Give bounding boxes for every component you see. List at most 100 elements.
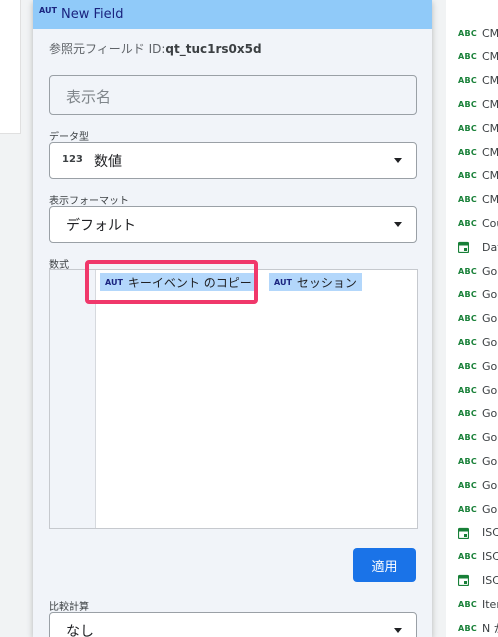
comparison-select[interactable]: なし — [49, 612, 417, 637]
text-type-icon: ABC — [458, 76, 478, 86]
field-name: CM — [482, 193, 498, 207]
field-list-item[interactable]: ABC CM — [446, 45, 498, 69]
aut-tag: AUT — [39, 6, 57, 15]
calendar-icon — [458, 241, 469, 254]
field-name: CM — [482, 50, 498, 64]
field-list-item[interactable]: ABC Go — [446, 378, 498, 402]
format-select[interactable]: デフォルト — [49, 206, 417, 243]
text-type-icon: ABC — [458, 147, 478, 157]
field-list-item[interactable]: ABC CM — [446, 188, 498, 212]
field-name: CM — [482, 169, 498, 183]
display-name-input[interactable]: 表示名 — [49, 75, 417, 115]
format-label: 表示フォーマット — [49, 196, 129, 207]
text-type-icon: ABC — [458, 409, 478, 419]
panel-title: New Field — [61, 7, 124, 22]
formula-chip-sessions[interactable]: AUT セッション — [269, 273, 362, 291]
text-type-icon: ABC — [458, 99, 478, 109]
field-name: CM — [482, 121, 498, 135]
field-name: Go — [482, 478, 498, 492]
text-type-icon: ABC — [458, 266, 478, 276]
text-type-icon: ABC — [458, 195, 478, 205]
field-list-item[interactable]: ABC Go — [446, 449, 498, 473]
text-type-icon: ABC — [458, 361, 478, 371]
data-type-label: データ型 — [49, 132, 89, 143]
field-name: ISC — [482, 526, 498, 540]
chevron-down-icon — [394, 158, 402, 163]
apply-button[interactable]: 適用 — [353, 548, 416, 582]
number-type-icon: 123 — [62, 154, 83, 165]
field-name: ISC — [482, 573, 498, 587]
text-type-icon: ABC — [458, 337, 478, 347]
field-name: CM — [482, 74, 498, 88]
field-list-item[interactable]: ABC Go — [446, 426, 498, 450]
formula-editor[interactable]: AUT キーイベント のコピー / AUT セッション — [49, 269, 418, 529]
chevron-down-icon — [394, 628, 402, 633]
text-type-icon: ABC — [458, 456, 478, 466]
text-type-icon: ABC — [458, 218, 478, 228]
field-list-item[interactable]: ABC CM — [446, 21, 498, 45]
field-list-item[interactable]: ABC CM — [446, 69, 498, 93]
field-list: ABC CM ABC CM ABC CM ABC CM ABC CM ABC CM ABC CM ABC CM… — [446, 0, 498, 637]
field-name: CM — [482, 26, 498, 40]
text-type-icon: ABC — [458, 623, 478, 633]
field-list-item[interactable]: ABC N か — [446, 616, 498, 637]
text-type-icon: ABC — [458, 433, 478, 443]
text-type-icon: ABC — [458, 123, 478, 133]
data-type-select[interactable]: 123 数値 — [49, 142, 417, 179]
chevron-down-icon — [394, 222, 402, 227]
field-name: Go — [482, 383, 498, 397]
comparison-value: なし — [66, 624, 94, 637]
highlight-box — [85, 260, 258, 304]
background-card — [0, 0, 21, 134]
field-list-item[interactable]: ABC Iter — [446, 592, 498, 616]
panel-header: AUT New Field — [33, 0, 432, 29]
source-id-label: 参照元フィールド ID: — [49, 42, 166, 56]
source-field-id: 参照元フィールド ID:qt_tuc1rs0x5d — [49, 40, 262, 57]
text-type-icon: ABC — [458, 552, 478, 562]
field-list-item[interactable]: ABC ISC — [446, 545, 498, 569]
field-name: ISC — [482, 550, 498, 564]
chip-label: セッション — [296, 275, 357, 290]
field-name: Go — [482, 431, 498, 445]
field-list-item[interactable]: ABC CM — [446, 140, 498, 164]
field-list-item[interactable]: Dat — [446, 235, 498, 259]
field-list-item[interactable]: ABC CM — [446, 116, 498, 140]
field-name: CM — [482, 145, 498, 159]
text-type-icon: ABC — [458, 599, 478, 609]
line-gutter — [50, 270, 96, 528]
chip-aut-tag: AUT — [274, 277, 292, 287]
comparison-label: 比較計算 — [49, 602, 89, 613]
text-type-icon: ABC — [458, 290, 478, 300]
field-name: Dat — [482, 240, 498, 254]
field-list-item[interactable]: ABC Go — [446, 283, 498, 307]
text-type-icon: ABC — [458, 504, 478, 514]
field-list-item[interactable]: ABC CM — [446, 164, 498, 188]
calendar-icon — [458, 574, 469, 587]
field-list-item[interactable]: ABC Go — [446, 402, 498, 426]
field-list-item[interactable]: ABC Go — [446, 259, 498, 283]
field-name: Go — [482, 407, 498, 421]
text-type-icon: ABC — [458, 52, 478, 62]
new-field-panel: AUT New Field 参照元フィールド ID:qt_tuc1rs0x5d … — [33, 0, 432, 637]
field-list-item[interactable]: ABC CM — [446, 92, 498, 116]
field-list-item[interactable]: ISC — [446, 521, 498, 545]
field-list-item[interactable]: ISC — [446, 568, 498, 592]
field-name: Go — [482, 335, 498, 349]
calendar-icon — [458, 527, 469, 539]
data-type-value: 数値 — [94, 154, 122, 170]
field-list-item[interactable]: ABC Go — [446, 473, 498, 497]
field-list-item[interactable]: ABC Cou — [446, 211, 498, 235]
field-name: N か — [482, 622, 498, 635]
format-value: デフォルト — [66, 218, 136, 234]
field-name: Cou — [482, 216, 498, 230]
source-id-value: qt_tuc1rs0x5d — [165, 42, 262, 56]
field-list-item[interactable]: ABC Go — [446, 497, 498, 521]
field-name: Go — [482, 454, 498, 468]
display-name-placeholder: 表示名 — [66, 88, 112, 106]
field-list-item[interactable]: ABC Go — [446, 354, 498, 378]
field-name: Go — [482, 288, 498, 302]
field-list-item[interactable]: ABC Go — [446, 307, 498, 331]
field-list-item[interactable]: ABC Go — [446, 330, 498, 354]
text-type-icon: ABC — [458, 480, 478, 490]
field-name: Iter — [482, 597, 498, 611]
